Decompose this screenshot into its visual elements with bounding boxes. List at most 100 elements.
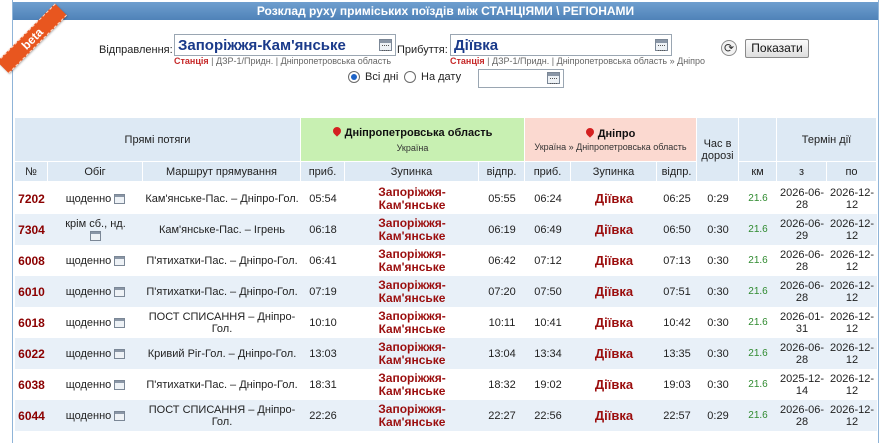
train-number[interactable]: 6022 [15,338,48,369]
arrival-time-to: 19:02 [525,369,571,400]
arrival-time-from: 10:10 [301,307,345,338]
frequency-text: щоденно [65,378,112,391]
to-city-header: Дніпро Україна » Дніпропетровська област… [525,118,697,162]
valid-from-text: 2026-06-28 [779,403,825,428]
table-row[interactable]: 7304 крім сб., нд. Кам'янське-Пас. – Ігрен… [15,214,877,245]
table-row[interactable]: 6044 щоденно ПОСТ СПИСАННЯ – Дніпро-Гол. 22… [15,400,877,431]
swap-refresh-icon[interactable]: ⟳ [721,40,737,56]
departure-time-to-text: 22:57 [663,409,691,422]
frequency-text: щоденно [65,347,112,360]
departure-input[interactable]: Запоріжжя-Кам'янське [174,34,396,56]
departure-time-from: 13:04 [479,338,525,369]
calendar-icon[interactable] [114,193,126,204]
calendar-icon[interactable] [114,317,126,328]
arrival-time-from-text: 13:03 [309,347,337,360]
calendar-icon[interactable] [114,410,126,421]
stop-from-text: Запоріжжя-Кам'янське [378,184,446,212]
train-number[interactable]: 7304 [15,214,48,245]
table-row[interactable]: 6008 щоденно П'ятихатки-Пас. – Дніпро-Гол.… [15,245,877,276]
table-row[interactable]: 6022 щоденно Кривий Ріг-Гол. – Дніпро-Гол.… [15,338,877,369]
on-date-radio[interactable] [404,71,416,83]
travel-time-text: 0:30 [707,254,729,267]
valid-to-text: 2026-12-12 [829,403,875,428]
col-stop-to: Зупинка [571,162,657,182]
arrival-time-to: 06:24 [525,183,571,214]
valid-to: 2026-12-12 [827,245,877,276]
calendar-icon[interactable] [114,255,126,266]
table-row[interactable]: 6010 щоденно П'ятихатки-Пас. – Дніпро-Гол.… [15,276,877,307]
calendar-icon[interactable] [114,286,126,297]
stop-from-text: Запоріжжя-Кам'янське [378,401,446,429]
travel-time: 0:30 [697,276,739,307]
train-number[interactable]: 6044 [15,400,48,431]
all-days-label: Всі дні [365,71,399,83]
arrival-hint: Станція | ДЗР-1/Придн. | Дніпропетровськ… [450,56,705,66]
train-route: П'ятихатки-Пас. – Дніпро-Гол. [143,276,301,307]
departure-time-to-text: 07:13 [663,254,691,267]
valid-from: 2026-01-31 [777,307,827,338]
valid-from: 2026-06-29 [777,214,827,245]
distance-km-text: 21.6 [748,254,768,266]
stop-from: Запоріжжя-Кам'янське [345,369,479,400]
travel-time: 0:30 [697,369,739,400]
arrival-time-to: 13:34 [525,338,571,369]
col-frequency: Обіг [48,162,143,182]
departure-hint-station: Станція [174,56,209,66]
valid-to-text: 2026-12-12 [829,372,875,397]
arrival-picker-icon[interactable] [655,39,668,51]
stop-from: Запоріжжя-Кам'янське [345,400,479,431]
departure-time-from: 22:27 [479,400,525,431]
train-number[interactable]: 6038 [15,369,48,400]
train-number[interactable]: 6018 [15,307,48,338]
departure-time-from-text: 10:11 [488,316,516,329]
train-route: П'ятихатки-Пас. – Дніпро-Гол. [143,245,301,276]
departure-time-to-text: 13:35 [663,347,691,360]
table-row[interactable]: 6038 щоденно П'ятихатки-Пас. – Дніпро-Гол.… [15,369,877,400]
train-number-text: 6044 [18,408,45,423]
departure-picker-icon[interactable] [379,39,392,51]
col-arrival-from: приб. [301,162,345,182]
frequency-text: крім сб., нд. [65,218,126,230]
valid-to: 2026-12-12 [827,214,877,245]
table-row[interactable]: 7202 щоденно Кам'янське-Пас. – Дніпро-Гол.… [15,183,877,214]
frequency-wrap: щоденно [66,379,126,391]
travel-time: 0:29 [697,400,739,431]
valid-to-text: 2026-12-12 [829,217,875,242]
calendar-icon[interactable] [114,348,126,359]
travel-time-text: 0:29 [707,192,729,205]
arrival-input[interactable]: Діївка [450,34,672,56]
valid-to-text: 2026-12-12 [829,310,875,335]
distance-km-text: 21.6 [748,285,768,297]
date-input[interactable] [478,69,564,88]
table-row[interactable]: 6018 щоденно ПОСТ СПИСАННЯ – Дніпро-Гол. 10… [15,307,877,338]
calendar-icon[interactable] [89,231,101,241]
departure-value: Запоріжжя-Кам'янське [178,37,346,54]
valid-to-text: 2026-12-12 [829,248,875,273]
stop-to-text: Діївка [594,408,634,423]
stop-from-text: Запоріжжя-Кам'янське [378,370,446,398]
distance-km-text: 21.6 [748,409,768,421]
train-number[interactable]: 7202 [15,183,48,214]
departure-time-from-text: 07:20 [488,285,516,298]
calendar-icon[interactable] [114,379,126,390]
travel-time-header: Час в дорозі [697,118,739,182]
departure-hint-rest: | ДЗР-1/Придн. | Дніпропетровська област… [211,56,392,66]
valid-from-text: 2026-06-29 [779,217,825,242]
valid-from-text: 2026-06-28 [779,279,825,304]
col-arrival-to: приб. [525,162,571,182]
train-route: П'ятихатки-Пас. – Дніпро-Гол. [143,369,301,400]
departure-time-to: 07:51 [657,276,697,307]
all-days-radio[interactable] [348,71,360,83]
train-number[interactable]: 6010 [15,276,48,307]
show-button[interactable]: Показати [745,39,809,58]
arrival-time-from: 06:18 [301,214,345,245]
stop-to-text: Діївка [594,346,634,361]
stop-to: Діївка [571,307,657,338]
travel-time-text: 0:29 [707,409,729,422]
train-number[interactable]: 6008 [15,245,48,276]
from-region-header: Дніпропетровська область Україна [301,118,525,162]
train-route-text: Кривий Ріг-Гол. – Дніпро-Гол. [147,347,297,360]
valid-to: 2026-12-12 [827,338,877,369]
date-picker-icon[interactable] [547,72,560,84]
arrival-time-from: 22:26 [301,400,345,431]
